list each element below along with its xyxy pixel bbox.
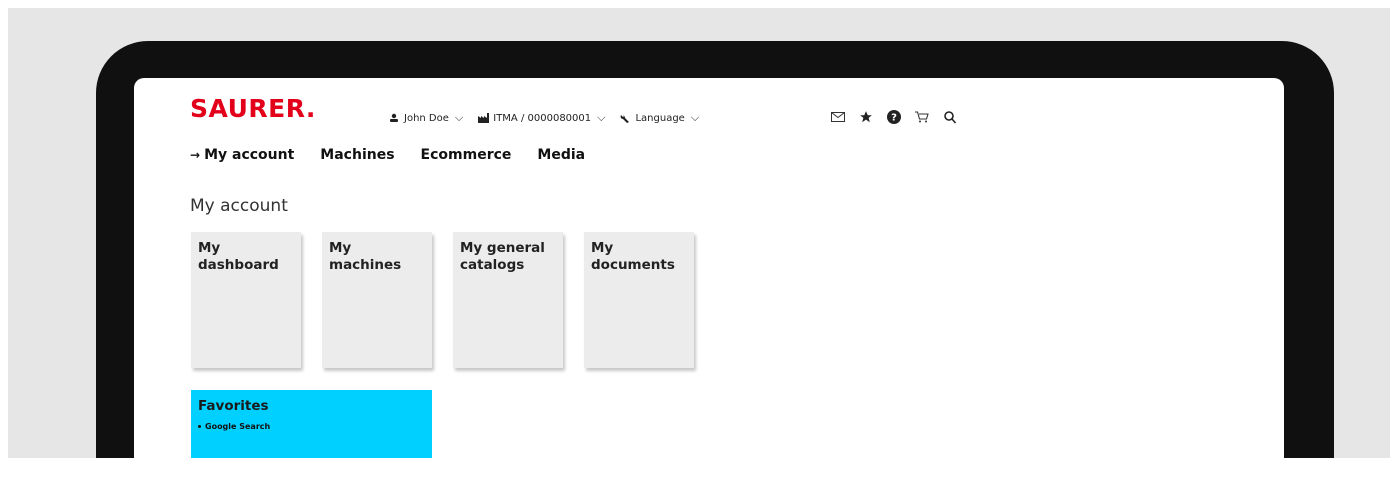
favorite-link[interactable]: Google Search — [198, 422, 425, 431]
user-icon — [388, 112, 400, 124]
favorite-label: Google Search — [205, 422, 271, 431]
search-icon[interactable] — [942, 109, 958, 125]
language-label: Language — [635, 112, 685, 124]
company-menu[interactable]: ITMA / 0000080001 ⌵ — [477, 111, 605, 125]
favorites-list: Google Search — [198, 422, 425, 431]
arrow-right-icon: → — [190, 148, 201, 162]
tile-my-machines[interactable]: My machines — [322, 232, 432, 368]
factory-icon — [477, 112, 489, 124]
account-tiles: My dashboard My machines My general cata… — [191, 232, 694, 368]
star-icon[interactable] — [858, 109, 874, 125]
chevron-down-icon: ⌵ — [597, 111, 606, 124]
tile-my-general-catalogs[interactable]: My general catalogs — [453, 232, 563, 368]
nav-item-media[interactable]: Media — [537, 147, 585, 163]
chevron-down-icon: ⌵ — [690, 111, 700, 124]
help-icon[interactable]: ? — [886, 109, 902, 125]
user-name: John Doe — [404, 112, 449, 124]
company-label: ITMA / 0000080001 — [493, 112, 592, 124]
header-tools: ? — [830, 107, 958, 127]
favorites-title: Favorites — [198, 398, 269, 414]
tile-my-dashboard[interactable]: My dashboard — [191, 232, 301, 368]
favorites-panel: Favorites Google Search — [191, 390, 432, 458]
nav-item-ecommerce[interactable]: Ecommerce — [421, 147, 512, 163]
device-screen: SAURER. John Doe ⌵ ITMA / 0000080001 ⌵ L… — [134, 78, 1284, 458]
page-backdrop: SAURER. John Doe ⌵ ITMA / 0000080001 ⌵ L… — [8, 8, 1390, 458]
svg-text:?: ? — [891, 113, 897, 124]
tile-my-documents[interactable]: My documents — [584, 232, 694, 368]
nav-item-machines[interactable]: Machines — [320, 147, 394, 163]
nav-item-my-account[interactable]: → My account — [190, 147, 294, 163]
user-menu[interactable]: John Doe ⌵ — [388, 111, 463, 125]
language-menu[interactable]: Language ⌵ — [619, 111, 699, 125]
chevron-down-icon: ⌵ — [454, 111, 464, 124]
bullet-icon — [198, 425, 201, 428]
nav-label: My account — [204, 147, 295, 163]
mail-icon[interactable] — [830, 109, 846, 125]
page-title: My account — [190, 196, 288, 216]
main-nav: → My account Machines Ecommerce Media — [190, 147, 585, 163]
top-user-bar: John Doe ⌵ ITMA / 0000080001 ⌵ Language … — [388, 111, 699, 125]
saurer-logo[interactable]: SAURER. — [190, 94, 316, 123]
wrench-icon — [619, 112, 631, 124]
cart-icon[interactable] — [914, 109, 930, 125]
